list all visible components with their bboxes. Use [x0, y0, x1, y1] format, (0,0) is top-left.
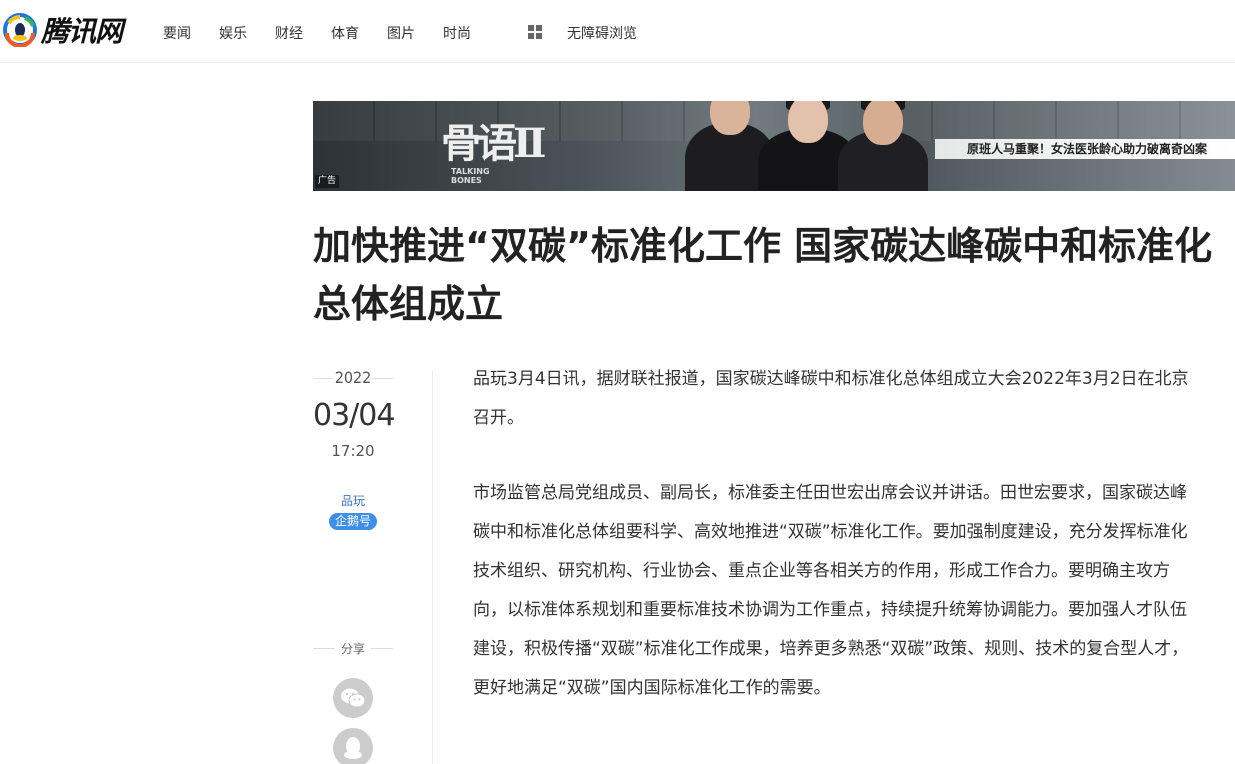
meta-divider — [432, 370, 433, 764]
nav-item-photos[interactable]: 图片 — [387, 23, 415, 43]
nav-item-fashion[interactable]: 时尚 — [443, 23, 471, 43]
top-navigation-bar: 腾讯网 要闻 娱乐 财经 体育 图片 时尚 无障碍浏览 — [0, 0, 1235, 63]
share-qq-button[interactable] — [333, 728, 373, 764]
ad-person-3 — [838, 101, 928, 191]
article-meta: 2022 03/04 17:20 品玩 企鹅号 — [313, 366, 395, 530]
ad-slogan: 原班人马重聚！女法医张龄心助力破离奇凶案 — [935, 139, 1235, 159]
article-body: 品玩3月4日讯，据财联社报道，国家碳达峰碳中和标准化总体组成立大会2022年3月… — [473, 360, 1198, 744]
share-label: 分享 — [340, 642, 365, 656]
accessibility-link[interactable]: 无障碍浏览 — [567, 23, 637, 43]
ad-show-logo: 骨语II — [441, 120, 546, 167]
publish-year-row: 2022 — [313, 366, 393, 390]
article-paragraph-1: 品玩3月4日讯，据财联社报道，国家碳达峰碳中和标准化总体组成立大会2022年3月… — [473, 369, 1189, 428]
share-header: 分享 — [313, 638, 393, 658]
ad-show-logo-en: TALKING BONES — [451, 167, 490, 185]
qq-icon — [344, 737, 362, 759]
author-name[interactable]: 品玩 — [313, 492, 393, 509]
grid-menu-icon[interactable] — [528, 25, 542, 39]
ad-label: 广告 — [315, 175, 340, 188]
nav-item-finance[interactable]: 财经 — [275, 23, 303, 43]
author-badge: 企鹅号 — [328, 513, 377, 530]
tencent-logo-icon — [3, 13, 37, 48]
nav-item-news[interactable]: 要闻 — [163, 23, 191, 43]
site-logo[interactable]: 腾讯网 — [3, 11, 123, 49]
publish-date: 03/04 — [313, 398, 395, 433]
publish-year: 2022 — [334, 368, 372, 387]
nav-item-sports[interactable]: 体育 — [331, 23, 359, 43]
publish-time: 17:20 — [331, 442, 375, 460]
ad-banner[interactable]: 骨语II TALKING BONES 原班人马重聚！女法医张龄心助力破离奇凶案 … — [313, 101, 1235, 191]
wechat-icon — [341, 688, 366, 708]
logo-text: 腾讯网 — [41, 15, 123, 48]
article-paragraph-2: 市场监管总局党组成员、副局长，标准委主任田世宏出席会议并讲话。田世宏要求，国家碳… — [473, 483, 1189, 698]
share-wechat-button[interactable] — [333, 678, 373, 718]
main-nav: 要闻 娱乐 财经 体育 图片 时尚 — [163, 23, 499, 43]
nav-item-entertainment[interactable]: 娱乐 — [219, 23, 247, 43]
article-title: 加快推进“双碳”标准化工作 国家碳达峰碳中和标准化总体组成立 — [313, 224, 1213, 326]
